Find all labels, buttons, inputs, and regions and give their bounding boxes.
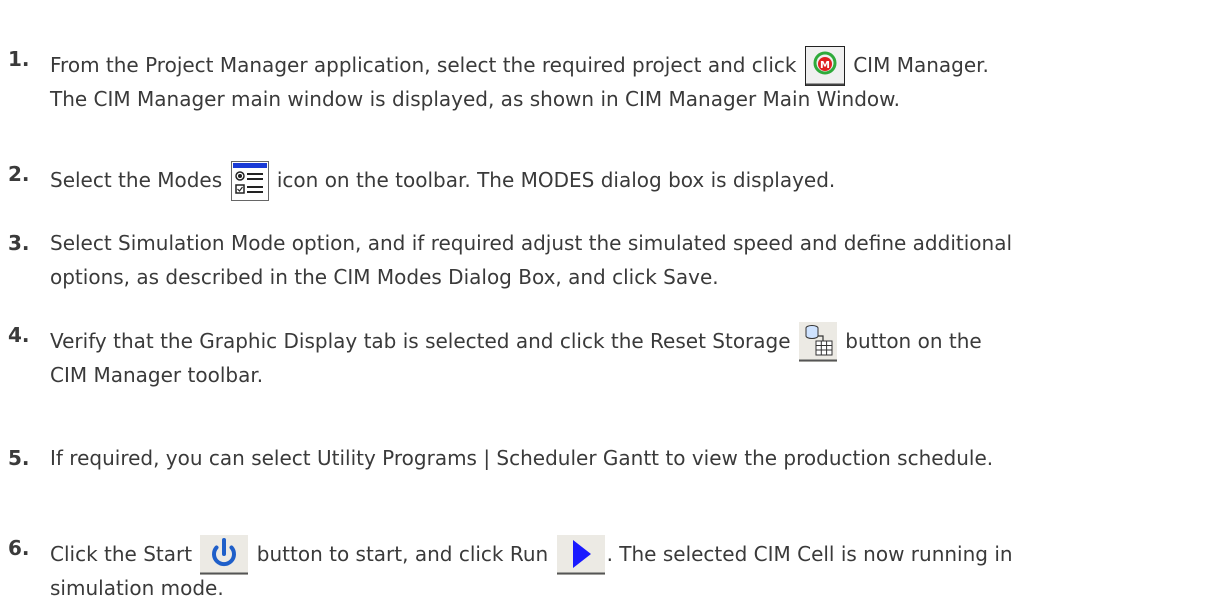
modes-icon [230, 161, 269, 201]
step-number: 5. [8, 446, 30, 470]
step-text: button on the [845, 329, 982, 353]
step-text: From the Project Manager application, se… [50, 53, 797, 77]
step-text-line2: The CIM Manager main window is displayed… [50, 87, 901, 111]
step-text-line2: options, as described in the CIM Modes D… [50, 265, 719, 289]
step-number: 2. [8, 162, 30, 186]
step-number: 4. [8, 323, 30, 347]
step-number: 1. [8, 47, 30, 71]
svg-text:M: M [820, 60, 830, 71]
step-text: CIM Manager. [853, 53, 989, 77]
step-text: . The selected CIM Cell is now running i… [606, 542, 1013, 566]
step-text-line2: CIM Manager toolbar. [50, 363, 264, 387]
step-text: button to start, and click Run [256, 542, 549, 566]
reset-storage-icon [798, 322, 837, 362]
step-text: icon on the toolbar. The MODES dialog bo… [276, 168, 836, 192]
step-number: 3. [8, 231, 30, 255]
step-text-line2: simulation mode. [50, 576, 224, 600]
cim-manager-icon: M [804, 46, 845, 86]
step-text: Click the Start [50, 542, 193, 566]
run-play-icon [556, 535, 605, 575]
step-text: If required, you can select Utility Prog… [50, 446, 994, 470]
start-power-icon [200, 535, 249, 575]
step-number: 6. [8, 536, 30, 560]
step-text: Verify that the Graphic Display tab is s… [50, 329, 791, 353]
step-text: Select Simulation Mode option, and if re… [50, 231, 1013, 255]
step-text: Select the Modes [50, 168, 223, 192]
